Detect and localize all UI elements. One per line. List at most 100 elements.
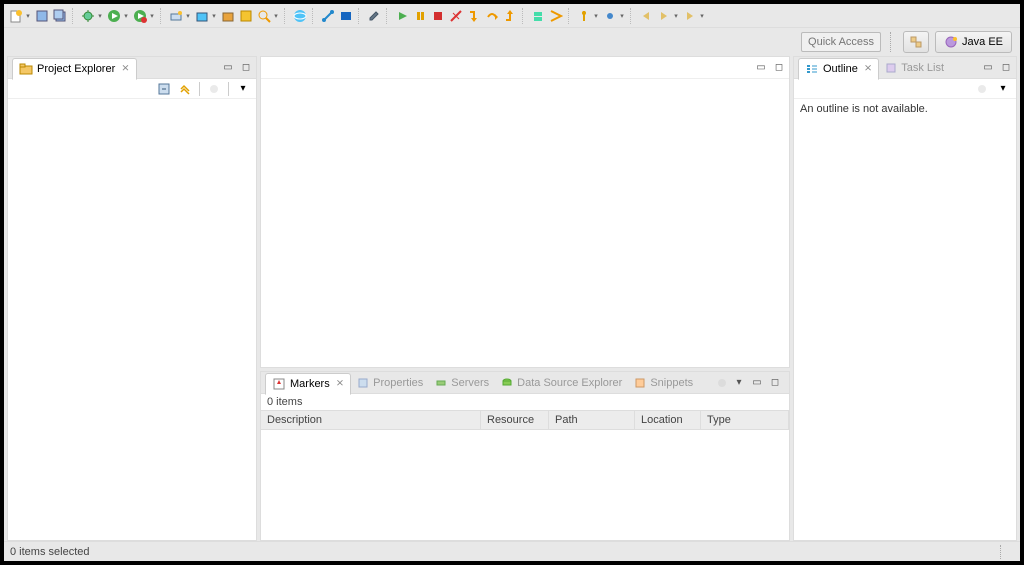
dropdown-icon[interactable]: ▾ bbox=[96, 8, 104, 24]
editor-tab-row: ▭ ◻ bbox=[261, 57, 789, 79]
dropdown-icon[interactable]: ▾ bbox=[672, 8, 680, 24]
markers-count: 0 items bbox=[261, 394, 789, 410]
toggle-icon[interactable] bbox=[576, 8, 592, 24]
next-annotation-icon[interactable] bbox=[530, 8, 546, 24]
nav-forward-icon[interactable] bbox=[682, 8, 698, 24]
column-path[interactable]: Path bbox=[549, 411, 635, 429]
separator bbox=[72, 8, 76, 24]
breakpoints-icon[interactable] bbox=[602, 8, 618, 24]
project-explorer-body[interactable] bbox=[8, 99, 256, 540]
new-server-icon[interactable] bbox=[168, 8, 184, 24]
perspective-bar: Java EE bbox=[4, 28, 1020, 56]
new-icon[interactable] bbox=[8, 8, 24, 24]
tab-label: Outline bbox=[823, 63, 858, 75]
editor-area: ▭ ◻ bbox=[260, 56, 790, 368]
tab-snippets[interactable]: Snippets bbox=[628, 372, 699, 394]
separator bbox=[160, 8, 164, 24]
step-return-icon[interactable] bbox=[502, 8, 518, 24]
open-type-icon[interactable] bbox=[238, 8, 254, 24]
back-icon[interactable] bbox=[638, 8, 654, 24]
editor-body[interactable] bbox=[261, 79, 789, 367]
maximize-button[interactable]: ◻ bbox=[771, 60, 787, 76]
column-resource[interactable]: Resource bbox=[481, 411, 549, 429]
perspective-javaee-button[interactable]: Java EE bbox=[935, 31, 1012, 53]
new-package-icon[interactable] bbox=[220, 8, 236, 24]
prev-annotation-icon[interactable] bbox=[548, 8, 564, 24]
resume-icon[interactable] bbox=[394, 8, 410, 24]
dropdown-icon[interactable]: ▾ bbox=[184, 8, 192, 24]
focus-task-icon[interactable] bbox=[973, 80, 991, 98]
right-column: Outline ⨯ Task List ▭ ◻ ▾ An out bbox=[793, 56, 1017, 541]
dropdown-icon[interactable]: ▾ bbox=[698, 8, 706, 24]
separator bbox=[568, 8, 572, 24]
step-into-icon[interactable] bbox=[466, 8, 482, 24]
link-editor-icon[interactable] bbox=[176, 80, 194, 98]
step-over-icon[interactable] bbox=[484, 8, 500, 24]
disconnect-icon[interactable] bbox=[448, 8, 464, 24]
debug-icon[interactable] bbox=[80, 8, 96, 24]
web-icon[interactable] bbox=[292, 8, 308, 24]
column-type[interactable]: Type bbox=[701, 411, 789, 429]
tab-project-explorer[interactable]: Project Explorer ⨯ bbox=[12, 58, 137, 80]
separator bbox=[199, 82, 200, 96]
column-description[interactable]: Description bbox=[261, 411, 481, 429]
close-icon[interactable]: ⨯ bbox=[121, 63, 129, 74]
save-all-icon[interactable] bbox=[52, 8, 68, 24]
minimize-button[interactable]: ▭ bbox=[749, 375, 765, 391]
tab-outline[interactable]: Outline ⨯ bbox=[798, 58, 879, 80]
link-icon[interactable] bbox=[320, 8, 336, 24]
collapse-all-icon[interactable] bbox=[155, 80, 173, 98]
tab-servers[interactable]: Servers bbox=[429, 372, 495, 394]
tab-markers[interactable]: Markers ⨯ bbox=[265, 373, 351, 395]
status-bar: 0 items selected bbox=[4, 541, 1020, 561]
close-icon[interactable]: ⨯ bbox=[864, 63, 872, 74]
focus-task-icon[interactable] bbox=[713, 374, 731, 392]
new-project-icon[interactable] bbox=[194, 8, 210, 24]
view-tab-row: Project Explorer ⨯ ▭ ◻ bbox=[8, 57, 256, 79]
open-perspective-button[interactable] bbox=[903, 31, 929, 53]
column-location[interactable]: Location bbox=[635, 411, 701, 429]
markers-icon bbox=[272, 377, 286, 391]
minimize-button[interactable]: ▭ bbox=[220, 60, 236, 76]
view-menu-icon[interactable]: ▾ bbox=[731, 375, 747, 391]
dropdown-icon[interactable]: ▾ bbox=[24, 8, 32, 24]
view-tab-row: Outline ⨯ Task List ▭ ◻ bbox=[794, 57, 1016, 79]
minimize-button[interactable]: ▭ bbox=[980, 60, 996, 76]
run-icon[interactable] bbox=[106, 8, 122, 24]
minimize-button[interactable]: ▭ bbox=[753, 60, 769, 76]
outline-icon bbox=[805, 62, 819, 76]
markers-table-body[interactable] bbox=[261, 430, 789, 540]
close-icon[interactable]: ⨯ bbox=[336, 378, 344, 389]
search-icon[interactable] bbox=[256, 8, 272, 24]
run-last-icon[interactable] bbox=[132, 8, 148, 24]
dropdown-icon[interactable]: ▾ bbox=[148, 8, 156, 24]
dropdown-icon[interactable]: ▾ bbox=[210, 8, 218, 24]
bottom-tab-row: Markers ⨯ Properties Servers Data Source… bbox=[261, 372, 789, 394]
terminal-icon[interactable] bbox=[338, 8, 354, 24]
forward-icon[interactable] bbox=[656, 8, 672, 24]
tab-properties[interactable]: Properties bbox=[351, 372, 429, 394]
view-toolbar: ▾ bbox=[8, 79, 256, 99]
edit-icon[interactable] bbox=[366, 8, 382, 24]
maximize-button[interactable]: ◻ bbox=[238, 60, 254, 76]
tab-task-list[interactable]: Task List bbox=[879, 57, 950, 79]
view-menu-icon[interactable]: ▾ bbox=[994, 80, 1012, 98]
dropdown-icon[interactable]: ▾ bbox=[618, 8, 626, 24]
javaee-icon bbox=[944, 35, 958, 49]
dropdown-icon[interactable]: ▾ bbox=[272, 8, 280, 24]
focus-task-icon[interactable] bbox=[205, 80, 223, 98]
tab-data-source-explorer[interactable]: Data Source Explorer bbox=[495, 372, 628, 394]
maximize-button[interactable]: ◻ bbox=[998, 60, 1014, 76]
save-icon[interactable] bbox=[34, 8, 50, 24]
terminate-icon[interactable] bbox=[430, 8, 446, 24]
dropdown-icon[interactable]: ▾ bbox=[592, 8, 600, 24]
project-explorer-icon bbox=[19, 62, 33, 76]
separator bbox=[228, 82, 229, 96]
view-menu-icon[interactable]: ▾ bbox=[234, 80, 252, 98]
dropdown-icon[interactable]: ▾ bbox=[122, 8, 130, 24]
separator bbox=[630, 8, 634, 24]
suspend-icon[interactable] bbox=[412, 8, 428, 24]
outline-body: An outline is not available. bbox=[794, 99, 1016, 540]
quick-access-input[interactable] bbox=[801, 32, 881, 52]
maximize-button[interactable]: ◻ bbox=[767, 375, 783, 391]
